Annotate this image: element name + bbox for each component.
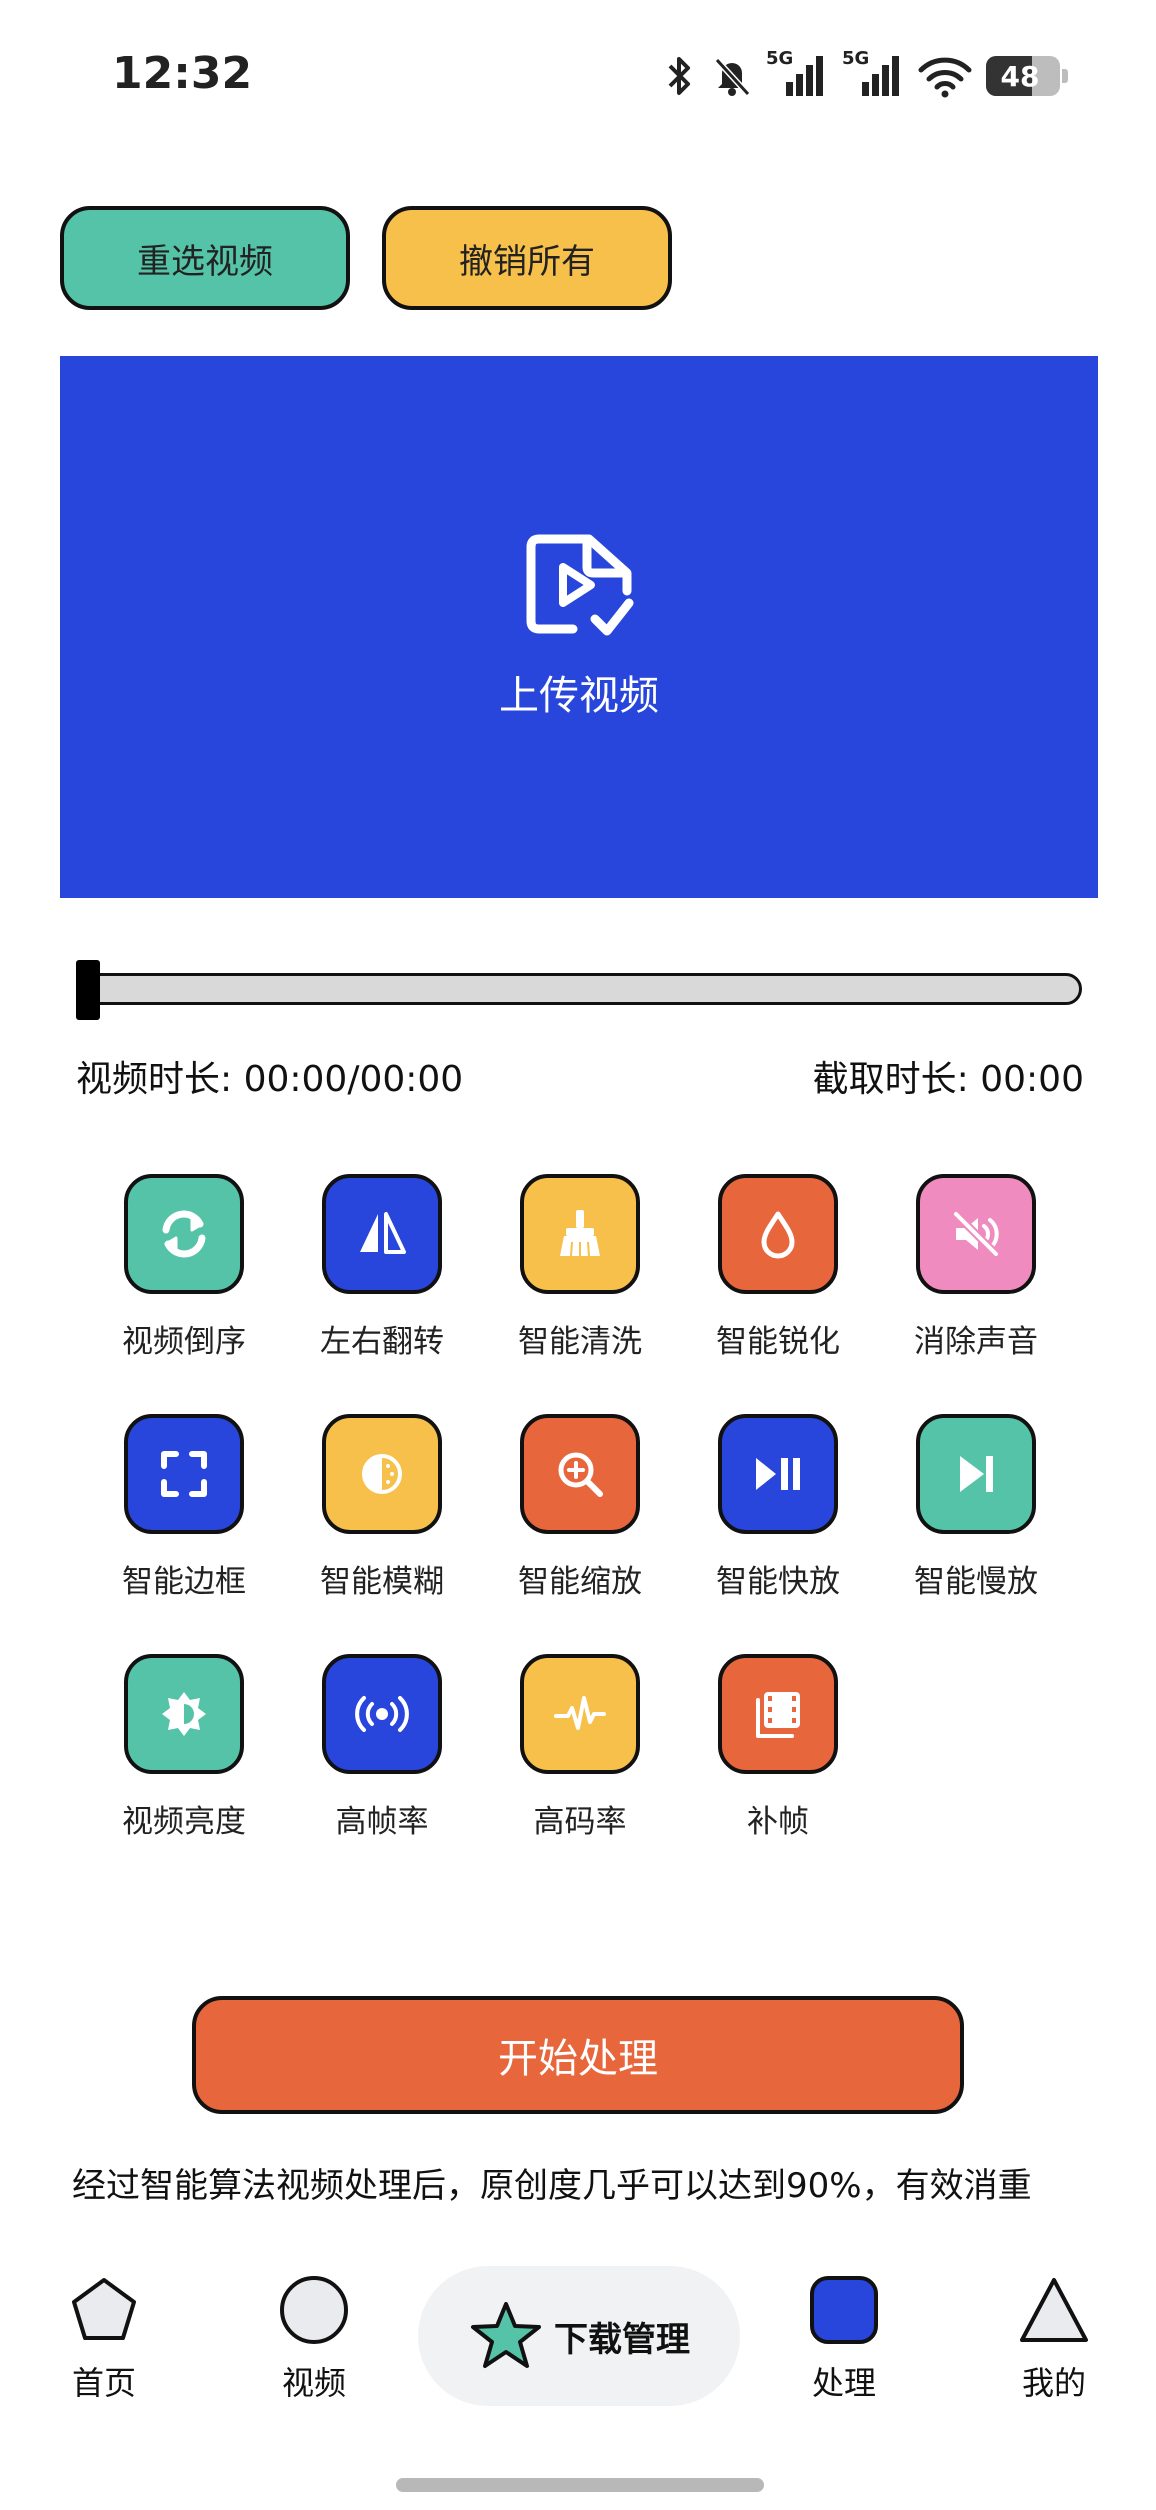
tool-brightness[interactable]: 视频亮度 (104, 1654, 264, 1841)
nav-home-label: 首页 (71, 2364, 136, 2402)
undo-all-button[interactable]: 撤销所有 (382, 206, 672, 310)
reselect-video-button[interactable]: 重选视频 (60, 206, 350, 310)
tool-slow-button[interactable] (916, 1414, 1036, 1534)
tool-high-fps-label: 高帧率 (335, 1804, 429, 1840)
tool-frame-interp-button[interactable] (718, 1654, 838, 1774)
tool-blur-button[interactable] (322, 1414, 442, 1534)
tool-blur[interactable]: 智能模糊 (302, 1414, 462, 1601)
tool-flip-label: 左右翻转 (320, 1324, 444, 1360)
tool-mute[interactable]: 消除声音 (896, 1174, 1056, 1361)
signal-1-icon: 5G (766, 48, 828, 100)
slider-track[interactable] (76, 973, 1082, 1005)
bell-off-icon (714, 57, 751, 97)
tool-fast-label: 智能快放 (716, 1564, 840, 1600)
tool-high-fps-button[interactable] (322, 1654, 442, 1774)
tool-frame-interp[interactable]: 补帧 (698, 1654, 858, 1841)
tool-frame-button[interactable] (124, 1414, 244, 1534)
video-duration: 视频时长: 00:00/00:00 (76, 1059, 464, 1100)
refresh-icon (162, 1210, 206, 1258)
nav-process-label: 处理 (811, 2364, 876, 2402)
broadcast-icon (355, 1696, 409, 1732)
tool-brightness-button[interactable] (124, 1654, 244, 1774)
tool-high-bitrate[interactable]: 高码率 (500, 1654, 660, 1841)
tool-sharpen[interactable]: 智能锐化 (698, 1174, 858, 1361)
nav-video[interactable]: 视频 (254, 2274, 374, 2404)
broom-icon (560, 1210, 600, 1257)
tool-mute-label: 消除声音 (914, 1324, 1038, 1360)
drop-icon (761, 1211, 795, 1259)
slider-thumb[interactable] (76, 960, 100, 1020)
tool-flip-button[interactable] (322, 1174, 442, 1294)
description-text: 经过智能算法视频处理后，原创度几乎可以达到90%，有效消重 (72, 2166, 1032, 2206)
nav-mine-label: 我的 (1021, 2364, 1086, 2402)
tool-frame-label: 智能边框 (122, 1564, 246, 1600)
tool-clean[interactable]: 智能清洗 (500, 1174, 660, 1361)
tool-frame-interp-label: 补帧 (747, 1804, 809, 1840)
tool-high-fps[interactable]: 高帧率 (302, 1654, 462, 1841)
video-file-icon (526, 534, 634, 636)
upload-video-area[interactable]: 上传视频 (60, 356, 1098, 898)
tool-clean-button[interactable] (520, 1174, 640, 1294)
star-icon (471, 2302, 541, 2368)
tool-sharpen-label: 智能锐化 (716, 1324, 840, 1360)
tool-zoom-button[interactable] (520, 1414, 640, 1534)
tool-fast[interactable]: 智能快放 (698, 1414, 858, 1601)
battery-icon: 48 (986, 56, 1068, 96)
tool-slow-label: 智能慢放 (914, 1564, 1038, 1600)
status-bar: 12:32 5G 5G 48 (0, 0, 1156, 140)
frame-icon (161, 1451, 207, 1497)
nav-downloads-label: 下载管理 (554, 2319, 690, 2360)
status-icons: 5G 5G 48 (662, 48, 1068, 104)
bottom-nav: 首页 视频 下载管理 处理 我的 (0, 2260, 1156, 2440)
nav-video-label: 视频 (281, 2364, 346, 2402)
tool-blur-label: 智能模糊 (320, 1564, 444, 1600)
tool-high-bitrate-button[interactable] (520, 1654, 640, 1774)
blur-icon (362, 1454, 402, 1494)
play-pause-icon (756, 1458, 800, 1490)
waveform-icon (554, 1696, 606, 1730)
brightness-icon (162, 1692, 206, 1736)
circle-icon (280, 2276, 348, 2344)
status-time: 12:32 (112, 48, 253, 99)
tool-reverse-button[interactable] (124, 1174, 244, 1294)
tool-mute-button[interactable] (916, 1174, 1036, 1294)
clip-duration: 截取时长: 00:00 (812, 1059, 1084, 1100)
mute-icon (953, 1211, 999, 1257)
battery-level: 48 (1000, 59, 1040, 93)
wifi-icon (918, 57, 972, 98)
tool-reverse[interactable]: 视频倒序 (104, 1174, 264, 1361)
tool-sharpen-button[interactable] (718, 1174, 838, 1294)
tool-flip[interactable]: 左右翻转 (302, 1174, 462, 1361)
tool-slow[interactable]: 智能慢放 (896, 1414, 1056, 1601)
tool-clean-label: 智能清洗 (518, 1324, 642, 1360)
tool-high-bitrate-label: 高码率 (533, 1804, 627, 1840)
home-indicator[interactable] (396, 2478, 764, 2492)
film-icon (756, 1692, 800, 1738)
skip-next-icon (960, 1456, 993, 1492)
tool-brightness-label: 视频亮度 (122, 1804, 246, 1840)
signal-2-icon: 5G (842, 48, 904, 100)
upload-video-label: 上传视频 (499, 673, 659, 719)
nav-process[interactable]: 处理 (784, 2274, 904, 2404)
tool-zoom[interactable]: 智能缩放 (500, 1414, 660, 1601)
tool-frame[interactable]: 智能边框 (104, 1414, 264, 1601)
tool-reverse-label: 视频倒序 (122, 1324, 246, 1360)
trim-slider[interactable] (76, 960, 1082, 1020)
nav-mine[interactable]: 我的 (994, 2274, 1114, 2404)
flip-icon (360, 1212, 406, 1254)
bluetooth-icon (668, 57, 690, 95)
nav-downloads[interactable]: 下载管理 (418, 2266, 740, 2406)
pentagon-icon (72, 2278, 136, 2340)
start-processing-button[interactable]: 开始处理 (192, 1996, 964, 2114)
zoom-icon (558, 1452, 603, 1497)
nav-home[interactable]: 首页 (44, 2274, 164, 2404)
triangle-icon (1020, 2278, 1088, 2342)
square-icon (810, 2276, 878, 2344)
tool-zoom-label: 智能缩放 (518, 1564, 642, 1600)
tool-fast-button[interactable] (718, 1414, 838, 1534)
